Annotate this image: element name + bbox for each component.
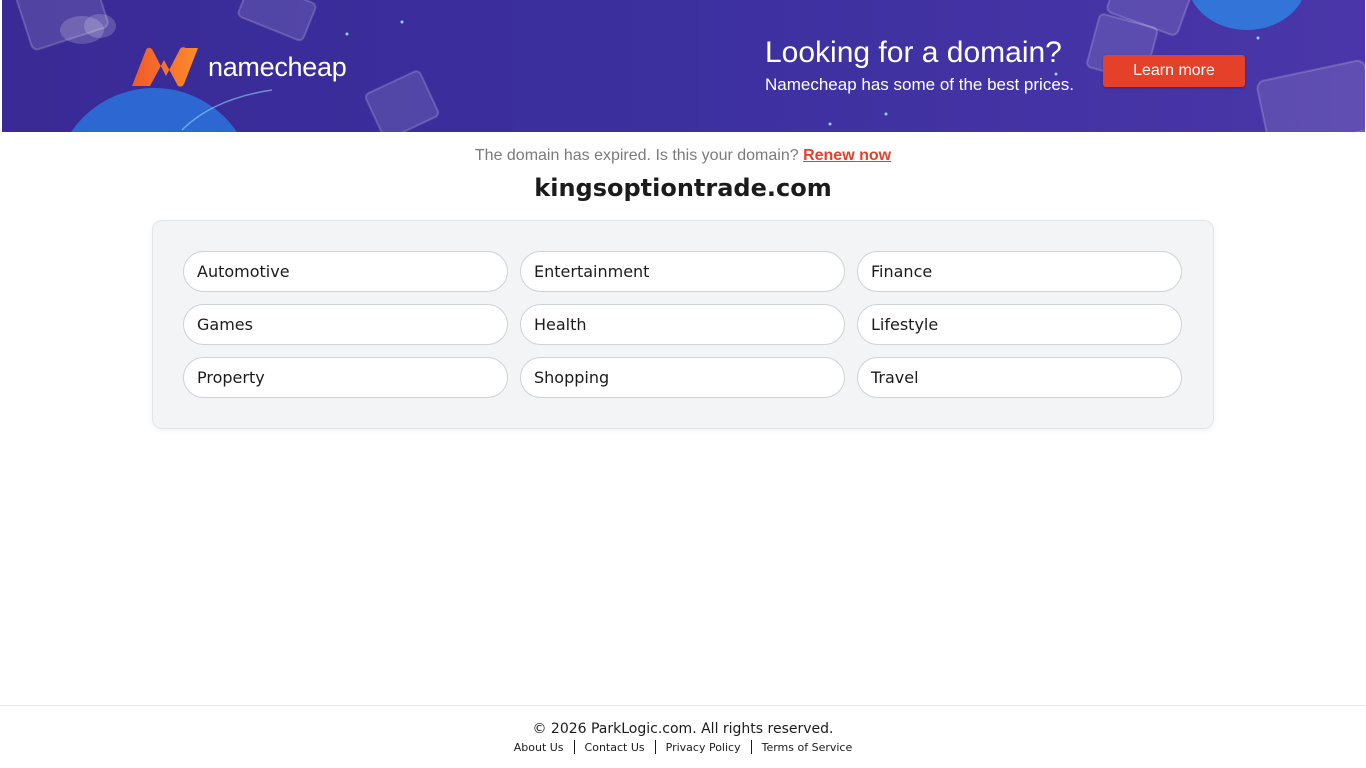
brand-name: namecheap: [208, 51, 347, 82]
footer: © 2026 ParkLogic.com. All rights reserve…: [0, 705, 1366, 768]
contact-us-link[interactable]: Contact Us: [575, 741, 655, 754]
promo-title: Looking for a domain?: [765, 36, 1062, 69]
category-finance[interactable]: Finance: [857, 251, 1182, 292]
category-travel[interactable]: Travel: [857, 357, 1182, 398]
category-property[interactable]: Property: [183, 357, 508, 398]
domain-name: kingsoptiontrade.com: [534, 174, 832, 202]
category-health[interactable]: Health: [520, 304, 845, 345]
copyright-text: © 2026 ParkLogic.com. All rights reserve…: [532, 721, 834, 737]
category-entertainment[interactable]: Entertainment: [520, 251, 845, 292]
renew-now-link[interactable]: Renew now: [803, 147, 891, 164]
category-grid: Automotive Entertainment Finance Games H…: [183, 251, 1183, 398]
privacy-policy-link[interactable]: Privacy Policy: [656, 741, 751, 754]
namecheap-logo-icon: [132, 47, 198, 87]
expiry-notice-text: The domain has expired. Is this your dom…: [474, 147, 799, 164]
category-panel: Automotive Entertainment Finance Games H…: [152, 220, 1214, 429]
terms-of-service-link[interactable]: Terms of Service: [752, 741, 863, 754]
learn-more-button[interactable]: Learn more: [1103, 55, 1245, 87]
globe-decoration: [1187, 0, 1307, 30]
footer-links: About Us Contact Us Privacy Policy Terms…: [0, 740, 1366, 754]
about-us-link[interactable]: About Us: [504, 741, 574, 754]
promo-text: Looking for a domain? Namecheap has some…: [765, 36, 1074, 96]
category-lifestyle[interactable]: Lifestyle: [857, 304, 1182, 345]
expiry-notice: The domain has expired. Is this your dom…: [0, 147, 1366, 165]
category-games[interactable]: Games: [183, 304, 508, 345]
category-automotive[interactable]: Automotive: [183, 251, 508, 292]
promo-banner: namecheap Looking for a domain? Namechea…: [2, 0, 1365, 132]
category-shopping[interactable]: Shopping: [520, 357, 845, 398]
promo-subtitle: Namecheap has some of the best prices.: [765, 75, 1074, 94]
namecheap-logo[interactable]: namecheap: [130, 46, 347, 88]
globe-decoration: [54, 88, 254, 132]
